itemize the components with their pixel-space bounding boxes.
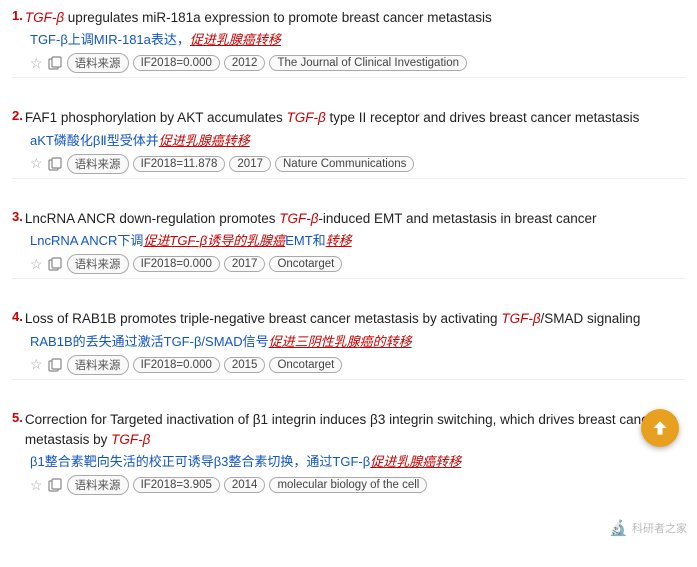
subtitle-red-text: 转移	[386, 334, 412, 349]
result-item: 4. Loss of RAB1B promotes triple-negativ…	[12, 309, 685, 391]
title-text: FAF1 phosphorylation by AKT accumulates	[25, 110, 287, 125]
result-title: Loss of RAB1B promotes triple-negative b…	[25, 309, 640, 329]
result-title: Correction for Targeted inactivation of …	[25, 410, 685, 451]
year-tag: 2017	[229, 156, 271, 172]
italic-red-text: TGF-β	[501, 311, 540, 326]
journal-tag: Nature Communications	[275, 156, 414, 172]
result-title-row: 1. TGF-β upregulates miR-181a expression…	[12, 8, 685, 28]
result-title-row: 2. FAF1 phosphorylation by AKT accumulat…	[12, 108, 685, 128]
subtitle-red-text: 促进乳腺癌转移	[159, 133, 250, 148]
result-number: 3.	[12, 209, 23, 224]
title-text: LncRNA ANCR down-regulation promotes	[25, 211, 279, 226]
meta-row: ☆ 语料来源 IF2018=0.000 2017 Oncotarget	[30, 254, 685, 274]
journal-tag: molecular biology of the cell	[269, 477, 427, 493]
italic-red-text: TGF-β	[25, 10, 64, 25]
results-list: 1. TGF-β upregulates miR-181a expression…	[12, 8, 685, 499]
source-tag[interactable]: 语料来源	[67, 355, 129, 375]
source-tag[interactable]: 语料来源	[67, 154, 129, 174]
result-subtitle: RAB1B的丢失通过激活TGF-β/SMAD信号促进三阴性乳腺癌的转移	[30, 333, 685, 351]
result-title: TGF-β upregulates miR-181a expression to…	[25, 8, 492, 28]
subtitle-red-text: 转移	[326, 233, 352, 248]
title-text: upregulates miR-181a expression to promo…	[64, 10, 492, 25]
title-text: type II receptor and drives breast cance…	[326, 110, 640, 125]
star-icon[interactable]: ☆	[30, 155, 43, 172]
subtitle-red-text: 促进TGF-β诱导的	[143, 233, 246, 248]
result-item: 3. LncRNA ANCR down-regulation promotes …	[12, 209, 685, 291]
journal-tag: Oncotarget	[269, 357, 342, 373]
year-tag: 2014	[224, 477, 266, 493]
copy-icon[interactable]	[47, 55, 63, 71]
subtitle-text: RAB1B的丢失通过激活TGF-β/SMAD信号	[30, 334, 269, 349]
copy-icon[interactable]	[47, 477, 63, 493]
meta-row: ☆ 语料来源 IF2018=3.905 2014 molecular biolo…	[30, 475, 685, 495]
subtitle-red-text: 促进乳腺癌转移	[190, 32, 281, 47]
year-tag: 2017	[224, 256, 266, 272]
italic-red-text: TGF-β	[279, 211, 318, 226]
copy-icon[interactable]	[47, 256, 63, 272]
result-item: 2. FAF1 phosphorylation by AKT accumulat…	[12, 108, 685, 190]
result-item: 5. Correction for Targeted inactivation …	[12, 410, 685, 500]
subtitle-text: LncRNA ANCR下调	[30, 233, 143, 248]
result-number: 5.	[12, 410, 23, 425]
result-title-row: 4. Loss of RAB1B promotes triple-negativ…	[12, 309, 685, 329]
result-subtitle: aKT磷酸化βⅡ型受体并促进乳腺癌转移	[30, 132, 685, 150]
watermark: 🔬 科研者之家	[609, 519, 687, 537]
result-subtitle: β1整合素靶向失活的校正可诱导β3整合素切换，通过TGF-β促进乳腺癌转移	[30, 453, 685, 471]
scroll-top-button[interactable]	[641, 409, 679, 447]
italic-red-text: TGF-β	[287, 110, 326, 125]
subtitle-text: TGF-β上调MIR-181a表达，	[30, 32, 190, 47]
year-tag: 2012	[224, 55, 266, 71]
source-tag[interactable]: 语料来源	[67, 53, 129, 73]
result-item: 1. TGF-β upregulates miR-181a expression…	[12, 8, 685, 90]
watermark-icon: 🔬	[609, 519, 628, 537]
result-number: 2.	[12, 108, 23, 123]
title-text: /SMAD signaling	[541, 311, 641, 326]
if-tag: IF2018=0.000	[133, 55, 220, 71]
meta-row: ☆ 语料来源 IF2018=0.000 2012 The Journal of …	[30, 53, 685, 73]
journal-tag: Oncotarget	[269, 256, 342, 272]
star-icon[interactable]: ☆	[30, 477, 43, 494]
result-title: FAF1 phosphorylation by AKT accumulates …	[25, 108, 640, 128]
italic-red-text: TGF-β	[111, 432, 150, 447]
source-tag[interactable]: 语料来源	[67, 475, 129, 495]
if-tag: IF2018=11.878	[133, 156, 226, 172]
star-icon[interactable]: ☆	[30, 356, 43, 373]
source-tag[interactable]: 语料来源	[67, 254, 129, 274]
title-text: Loss of RAB1B promotes triple-negative b…	[25, 311, 501, 326]
result-subtitle: TGF-β上调MIR-181a表达，促进乳腺癌转移	[30, 31, 685, 49]
subtitle-text: aKT磷酸化βⅡ型受体并	[30, 133, 159, 148]
subtitle-red-text: 促进乳腺癌转移	[370, 454, 461, 469]
subtitle-red-text: 促进三阴性乳腺癌的	[269, 334, 386, 349]
watermark-text: 科研者之家	[632, 520, 687, 536]
result-number: 1.	[12, 8, 23, 23]
journal-tag: The Journal of Clinical Investigation	[269, 55, 467, 71]
subtitle-text: β1整合素靶向失活的校正可诱导β3整合素切换，通过TGF-β	[30, 454, 370, 469]
if-tag: IF2018=0.000	[133, 256, 220, 272]
star-icon[interactable]: ☆	[30, 256, 43, 273]
result-title: LncRNA ANCR down-regulation promotes TGF…	[25, 209, 597, 229]
meta-row: ☆ 语料来源 IF2018=11.878 2017 Nature Communi…	[30, 154, 685, 174]
subtitle-text: EMT和	[285, 233, 325, 248]
if-tag: IF2018=3.905	[133, 477, 220, 493]
meta-row: ☆ 语料来源 IF2018=0.000 2015 Oncotarget	[30, 355, 685, 375]
title-text: -induced EMT and metastasis in breast ca…	[318, 211, 596, 226]
copy-icon[interactable]	[47, 156, 63, 172]
copy-icon[interactable]	[47, 357, 63, 373]
if-tag: IF2018=0.000	[133, 357, 220, 373]
result-title-row: 3. LncRNA ANCR down-regulation promotes …	[12, 209, 685, 229]
result-title-row: 5. Correction for Targeted inactivation …	[12, 410, 685, 451]
subtitle-red-text: 乳腺癌	[246, 233, 285, 248]
year-tag: 2015	[224, 357, 266, 373]
star-icon[interactable]: ☆	[30, 55, 43, 72]
result-subtitle: LncRNA ANCR下调促进TGF-β诱导的乳腺癌EMT和转移	[30, 232, 685, 250]
result-number: 4.	[12, 309, 23, 324]
